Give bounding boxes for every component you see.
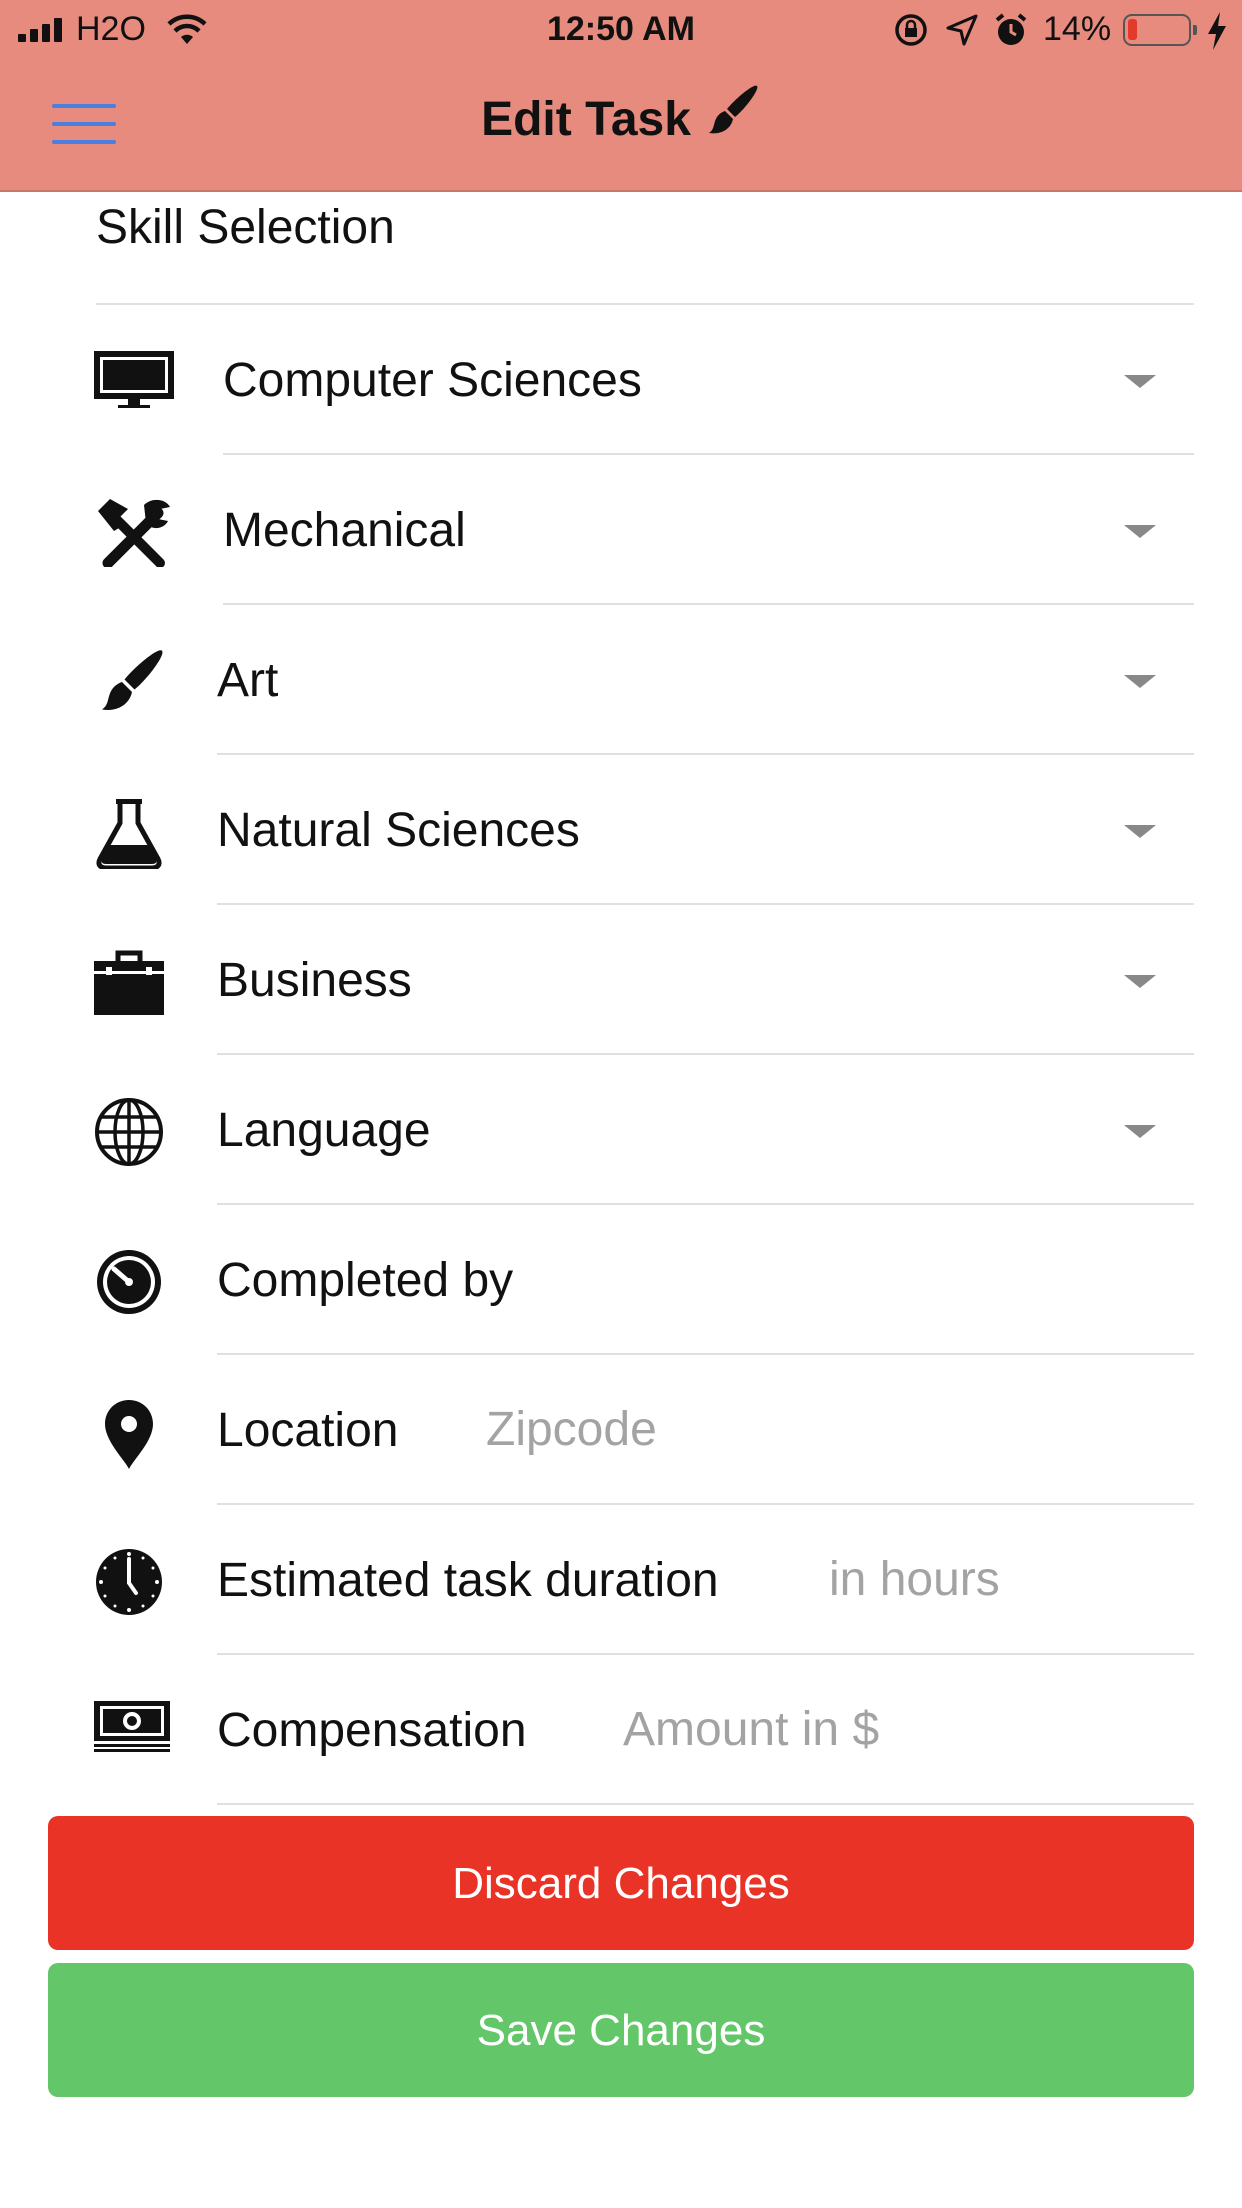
orientation-lock-icon	[893, 12, 929, 53]
duration-input[interactable]	[829, 1549, 1189, 1609]
skill-row-computer-sciences[interactable]: Computer Sciences	[0, 305, 1242, 455]
globe-icon	[94, 1097, 168, 1166]
chevron-down-icon[interactable]	[1124, 825, 1156, 838]
skill-label: Computer Sciences	[223, 354, 642, 407]
skill-label: Business	[217, 954, 412, 1007]
compensation-label: Compensation	[217, 1704, 527, 1757]
skill-row-mechanical[interactable]: Mechanical	[0, 455, 1242, 605]
compensation-row: Compensation	[0, 1655, 1242, 1805]
skill-row-language[interactable]: Language	[0, 1055, 1242, 1205]
briefcase-icon	[94, 947, 168, 1015]
clock-icon	[94, 1547, 168, 1615]
skill-label: Language	[217, 1104, 431, 1157]
save-changes-button[interactable]: Save Changes	[48, 1963, 1194, 2097]
charging-bolt-icon	[1206, 12, 1228, 55]
duration-label: Estimated task duration	[217, 1554, 719, 1607]
chevron-down-icon[interactable]	[1124, 1125, 1156, 1138]
chevron-down-icon[interactable]	[1124, 675, 1156, 688]
discard-changes-button[interactable]: Discard Changes	[48, 1816, 1194, 1950]
compensation-input[interactable]	[623, 1699, 1183, 1759]
chevron-down-icon[interactable]	[1124, 975, 1156, 988]
skill-row-art[interactable]: Art	[0, 605, 1242, 755]
completed-by-label: Completed by	[217, 1254, 514, 1307]
skill-row-business[interactable]: Business	[0, 905, 1242, 1055]
skill-label: Art	[217, 654, 279, 707]
zipcode-input[interactable]	[486, 1399, 1186, 1459]
battery-icon	[1123, 14, 1197, 46]
paintbrush-icon	[94, 647, 168, 713]
section-title: Skill Selection	[96, 201, 395, 254]
divider	[217, 1803, 1194, 1805]
skill-label: Natural Sciences	[217, 804, 580, 857]
chevron-down-icon[interactable]	[1124, 525, 1156, 538]
chevron-down-icon[interactable]	[1124, 375, 1156, 388]
flask-icon	[94, 797, 168, 871]
location-arrow-icon	[946, 14, 978, 51]
paintbrush-icon	[705, 83, 761, 151]
battery-percent: 14%	[1043, 10, 1112, 48]
skill-label: Mechanical	[223, 504, 466, 557]
page-title: Edit Task	[0, 85, 1242, 151]
skill-row-natural-sciences[interactable]: Natural Sciences	[0, 755, 1242, 905]
page-title-text: Edit Task	[481, 93, 691, 146]
tools-icon	[94, 497, 170, 569]
alarm-icon	[993, 12, 1029, 53]
completed-by-row[interactable]: Completed by	[0, 1205, 1242, 1355]
map-pin-icon	[94, 1397, 168, 1469]
money-icon	[94, 1697, 170, 1763]
status-bar: H2O 12:50 AM 14%	[0, 0, 1242, 62]
duration-row: Estimated task duration	[0, 1505, 1242, 1655]
stopwatch-icon	[94, 1247, 168, 1314]
location-row: Location	[0, 1355, 1242, 1505]
monitor-icon	[94, 347, 174, 413]
nav-header: H2O 12:50 AM 14% Edit Task	[0, 0, 1242, 192]
location-label: Location	[217, 1404, 399, 1457]
